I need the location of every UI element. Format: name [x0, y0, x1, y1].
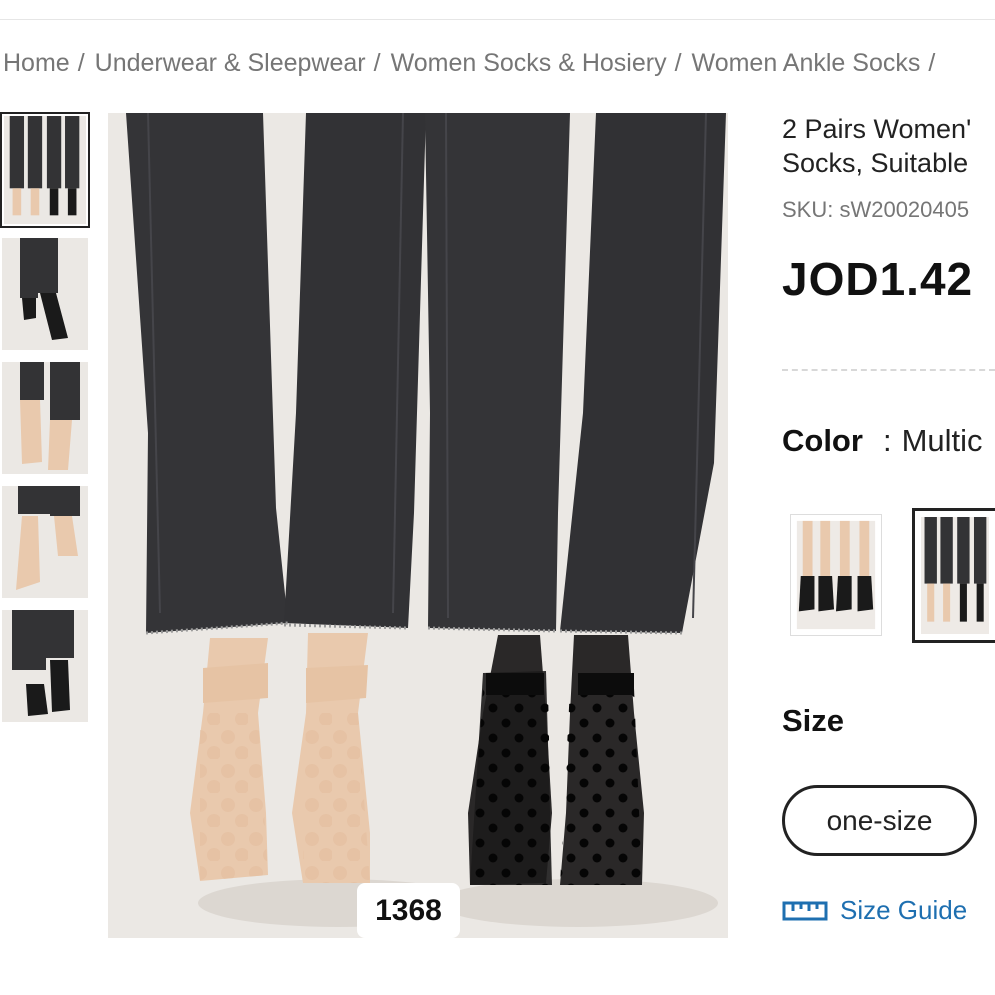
- size-guide-label[interactable]: Size Guide: [840, 895, 967, 926]
- breadcrumb-separator: /: [928, 48, 936, 77]
- color-separator: :: [882, 423, 892, 458]
- breadcrumb-separator: /: [373, 48, 381, 77]
- size-guide-link[interactable]: Size Guide: [782, 895, 967, 926]
- size-label: Size: [782, 703, 845, 738]
- color-value: Multic: [901, 423, 983, 458]
- product-title-line-1: 2 Pairs Women': [782, 114, 972, 144]
- product-price: JOD1.42: [782, 253, 974, 305]
- color-swatch-1[interactable]: [790, 514, 882, 636]
- thumbnail-3[interactable]: [2, 362, 88, 474]
- breadcrumb-separator: /: [77, 48, 85, 77]
- breadcrumb-women-socks-hosiery[interactable]: Women Socks & Hosiery: [391, 49, 667, 78]
- ruler-icon: [782, 901, 828, 920]
- thumbnail-2[interactable]: [2, 238, 88, 350]
- product-photo: [108, 113, 728, 938]
- thumbnail-5[interactable]: [2, 610, 88, 722]
- size-option-one-size[interactable]: one-size: [782, 785, 977, 856]
- breadcrumb-home[interactable]: Home: [3, 49, 70, 78]
- breadcrumb: Home / Underwear & Sleepwear / Women Soc…: [3, 47, 995, 79]
- thumbnail-4[interactable]: [2, 486, 88, 598]
- color-label: Color: [782, 423, 863, 458]
- image-counter: 1368: [357, 883, 460, 938]
- breadcrumb-underwear-sleepwear[interactable]: Underwear & Sleepwear: [95, 49, 366, 78]
- color-row: Color: Multic: [782, 423, 995, 459]
- breadcrumb-separator: /: [674, 48, 682, 77]
- product-sku: SKU: sW20020405: [782, 197, 970, 222]
- divider: [782, 369, 995, 371]
- product-title-line-2: Socks, Suitable: [782, 148, 969, 178]
- main-product-image[interactable]: 1368: [108, 113, 728, 938]
- top-bar: [0, 0, 995, 20]
- product-title: 2 Pairs Women' Socks, Suitable: [782, 112, 995, 180]
- breadcrumb-women-ankle-socks[interactable]: Women Ankle Socks: [692, 49, 921, 78]
- thumbnail-1[interactable]: [0, 112, 90, 228]
- color-swatch-2-selected[interactable]: [912, 508, 995, 643]
